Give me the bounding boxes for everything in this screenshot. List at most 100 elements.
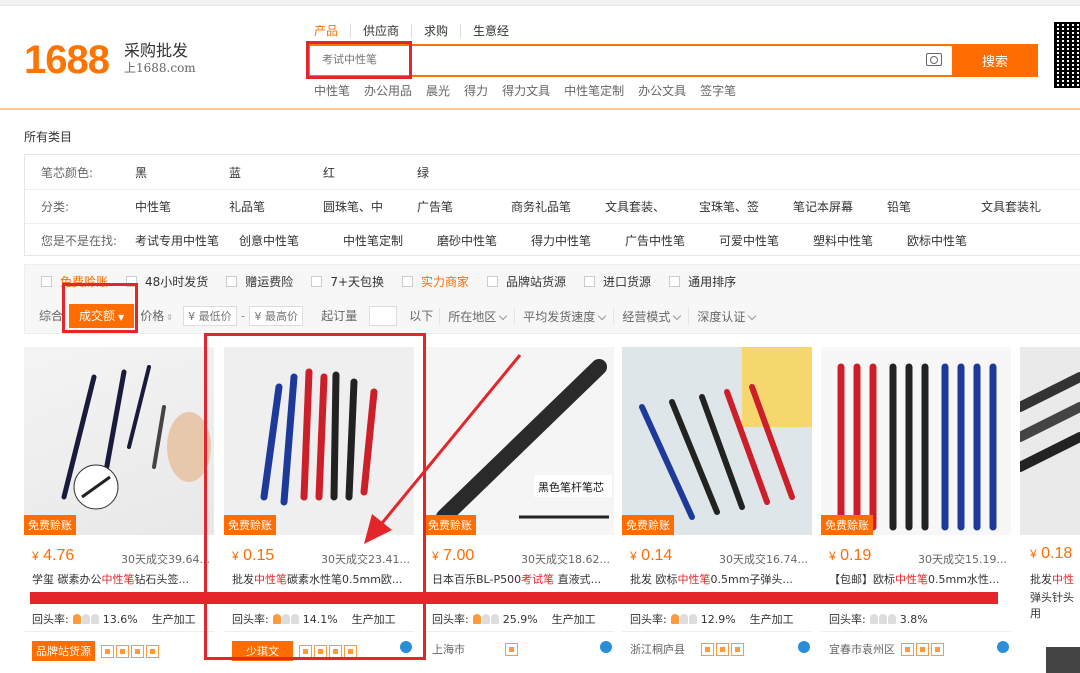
filter-option[interactable]: 铅笔 <box>887 198 981 215</box>
product-card[interactable]: 免费赊账 ¥ 0.14 30天成交16.74... 批发 欧标中性笔0.5mm子… <box>622 347 812 673</box>
checkbox-free-credit[interactable]: 免费赊账 <box>41 273 108 290</box>
filter-option[interactable]: 笔记本屏幕 <box>793 198 887 215</box>
suggestion-link[interactable]: 广告中性笔 <box>625 232 719 249</box>
hot-word[interactable]: 办公用品 <box>364 82 412 99</box>
filter-option[interactable]: 文具套装礼 <box>981 198 1045 215</box>
suggestion-link[interactable]: 得力中性笔 <box>531 232 625 249</box>
moq-input[interactable] <box>369 306 398 326</box>
feature-checkboxes: 免费赊账 48小时发货 赠运费险 7+天包换 实力商家 品牌站货源 进口货源 通… <box>41 273 754 290</box>
shield-icon <box>344 644 357 658</box>
sort-by-price[interactable]: 价格 ⇕ <box>134 304 179 328</box>
sort-comprehensive[interactable]: 综合 <box>25 304 69 328</box>
product-title[interactable]: 批发中性 <box>1030 571 1080 587</box>
camera-icon[interactable] <box>926 53 942 66</box>
filter-label: 您是不是在找: <box>41 234 118 248</box>
suggestion-link[interactable]: 塑料中性笔 <box>813 232 907 249</box>
product-image[interactable] <box>1046 647 1080 673</box>
free-credit-badge: 免费赊账 <box>424 515 476 535</box>
tab-buy-requests[interactable]: 求购 <box>411 24 460 38</box>
product-card[interactable]: 黑色笔杆笔芯 免费赊账 ¥ 7.00 30天成交18.62... 日本百乐BL-… <box>424 347 614 673</box>
filter-option[interactable]: 绿 <box>417 164 511 181</box>
checkbox-import-source[interactable]: 进口货源 <box>584 273 651 290</box>
dropdown-business-mode[interactable]: 经营模式 <box>613 307 688 325</box>
supplier-row: 品牌站货源 <box>32 641 216 661</box>
checkbox-power-merchant[interactable]: 实力商家 <box>402 273 469 290</box>
repeat-rate-icon <box>472 614 499 624</box>
product-card[interactable]: ¥ 0.18 批发中性 弹头针头 用 <box>1020 347 1080 673</box>
product-image[interactable]: 免费赊账 <box>24 347 214 535</box>
search-input[interactable] <box>322 53 882 66</box>
repeat-rate-row: 回头率: 12.9% 生产加工 <box>630 612 794 627</box>
repeat-rate-row: 回头率: 25.9% 生产加工 <box>432 612 596 627</box>
service-icon <box>901 642 914 656</box>
supplier-location: 上海市 <box>432 643 465 656</box>
product-title[interactable]: 【包邮】欧标中性笔0.5mm水性... <box>829 571 1009 587</box>
chat-icon[interactable] <box>997 641 1009 653</box>
filter-label: 笔芯颜色: <box>41 165 94 180</box>
dropdown-certification[interactable]: 深度认证 <box>688 307 763 325</box>
product-card[interactable]: 免费赊账 ¥ 0.19 30天成交15.19... 【包邮】欧标中性笔0.5mm… <box>821 347 1011 673</box>
filter-option[interactable]: 中性笔 <box>135 198 229 215</box>
filter-option[interactable]: 广告笔 <box>417 198 511 215</box>
filter-option[interactable]: 黑 <box>135 164 229 181</box>
dropdown-ship-speed[interactable]: 平均发货速度 <box>514 307 613 325</box>
sort-by-volume[interactable]: 成交额 ▼ <box>69 304 135 328</box>
filter-option[interactable]: 蓝 <box>229 164 323 181</box>
hot-word[interactable]: 中性笔定制 <box>564 82 624 99</box>
suggestion-link[interactable]: 中性笔定制 <box>343 232 437 249</box>
all-categories-link[interactable]: 所有类目 <box>24 128 72 145</box>
hot-word[interactable]: 得力 <box>464 82 488 99</box>
product-image[interactable]: 免费赊账 <box>821 347 1011 535</box>
min-price-input[interactable] <box>182 306 237 326</box>
product-image[interactable]: 黑色笔杆笔芯 免费赊账 <box>424 347 614 535</box>
max-price-input[interactable] <box>249 306 304 326</box>
site-logo[interactable]: 1688 采购批发 上1688.com <box>24 38 196 82</box>
supplier-row: 浙江桐庐县 <box>630 641 814 657</box>
tab-business-tips[interactable]: 生意经 <box>460 24 521 38</box>
hot-word[interactable]: 得力文具 <box>502 82 550 99</box>
product-title[interactable]: 批发 欧标中性笔0.5mm子弹头... <box>630 571 810 587</box>
product-image[interactable]: 免费赊账 <box>224 347 414 535</box>
chat-icon[interactable] <box>798 641 810 653</box>
service-icon <box>131 644 144 658</box>
checkbox-brand-source[interactable]: 品牌站货源 <box>487 273 566 290</box>
product-image[interactable] <box>1020 347 1080 535</box>
product-card[interactable]: 免费赊账 ¥ 0.15 30天成交23.41... 批发中性笔碳素水性笔0.5m… <box>224 347 414 673</box>
hot-word[interactable]: 签字笔 <box>700 82 736 99</box>
suggestion-link[interactable]: 可爱中性笔 <box>719 232 813 249</box>
product-image[interactable]: 免费赊账 <box>622 347 812 535</box>
service-icon <box>731 642 744 656</box>
filter-option[interactable]: 商务礼品笔 <box>511 198 605 215</box>
filter-row-color: 笔芯颜色: 黑 蓝 红 绿 <box>25 155 1080 189</box>
hot-word[interactable]: 中性笔 <box>314 82 350 99</box>
checkbox-general-sort[interactable]: 通用排序 <box>669 273 736 290</box>
checkbox-48h-ship[interactable]: 48小时发货 <box>126 273 208 290</box>
product-title[interactable]: 学玺 碳素办公中性笔钻石头签... <box>32 571 212 587</box>
product-title[interactable]: 批发中性笔碳素水性笔0.5mm欧... <box>232 571 412 587</box>
tab-products[interactable]: 产品 <box>314 24 350 38</box>
filter-option[interactable]: 礼品笔 <box>229 198 323 215</box>
hot-word[interactable]: 办公文具 <box>638 82 686 99</box>
checkbox-7day-exchange[interactable]: 7+天包换 <box>311 273 384 290</box>
dropdown-location[interactable]: 所在地区 <box>439 307 514 325</box>
suggestion-link[interactable]: 欧标中性笔 <box>907 232 991 249</box>
filter-option[interactable]: 圆珠笔、中 <box>323 198 417 215</box>
suggestion-link[interactable]: 创意中性笔 <box>239 232 343 249</box>
chat-icon[interactable] <box>400 641 412 653</box>
search-button[interactable]: 搜索 <box>952 44 1038 77</box>
tab-suppliers[interactable]: 供应商 <box>350 24 411 38</box>
product-card[interactable]: 免费赊账 ¥ 4.76 30天成交39.64... 学玺 碳素办公中性笔钻石头签… <box>24 347 214 673</box>
supplier-row: 少琪文 <box>232 641 416 661</box>
product-title[interactable]: 日本百乐BL-P500考试笔 直液式... <box>432 571 612 587</box>
supplier-tag: 少琪文 <box>232 641 293 661</box>
checkbox-shipping-insurance[interactable]: 赠运费险 <box>226 273 293 290</box>
hot-word[interactable]: 晨光 <box>426 82 450 99</box>
filter-option[interactable]: 文具套装、 <box>605 198 699 215</box>
sales-volume: 30天成交23.41... <box>321 553 410 566</box>
filter-option[interactable]: 宝珠笔、签 <box>699 198 793 215</box>
filter-option[interactable]: 红 <box>323 164 417 181</box>
suggestion-link[interactable]: 磨砂中性笔 <box>437 232 531 249</box>
suggestion-link[interactable]: 考试专用中性笔 <box>135 232 239 249</box>
chat-icon[interactable] <box>600 641 612 653</box>
supplier-row: 上海市 <box>432 641 616 657</box>
